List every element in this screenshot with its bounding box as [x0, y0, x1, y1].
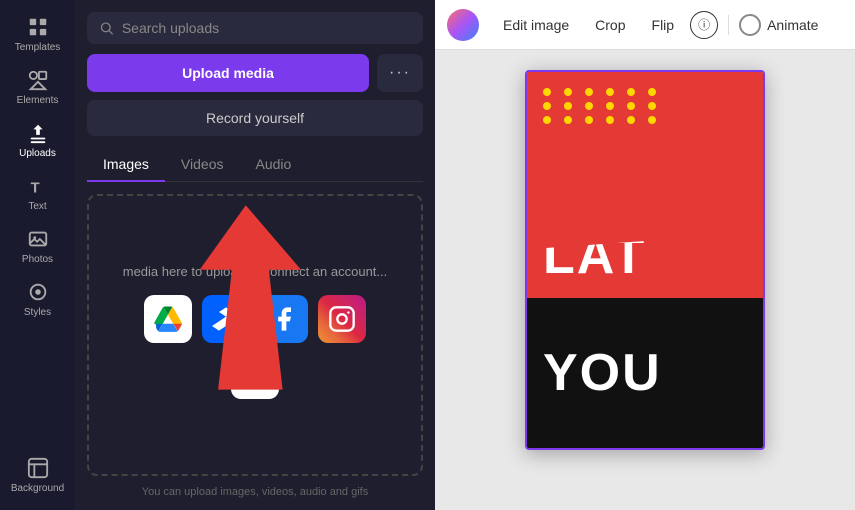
styles-icon [27, 281, 49, 303]
dropbox-icon[interactable] [202, 295, 250, 343]
upload-drop-area[interactable]: media here to upload or connect an accou… [87, 194, 423, 476]
service-icons-row [144, 295, 366, 343]
background-icon [27, 457, 49, 479]
search-input[interactable] [122, 20, 411, 36]
google-photos-icon[interactable] [231, 351, 279, 399]
animate-icon [739, 14, 761, 36]
tab-images[interactable]: Images [87, 148, 165, 182]
sidebar-item-elements[interactable]: Elements [0, 61, 75, 114]
grid-icon [27, 16, 49, 38]
upload-hint-text: You can upload images, videos, audio and… [87, 486, 423, 498]
sidebar-photos-label: Photos [22, 254, 53, 265]
sidebar-styles-label: Styles [24, 307, 51, 318]
top-toolbar: Edit image Crop Flip ⓘ Animate [435, 0, 855, 50]
brand-logo [447, 9, 479, 41]
canvas-content: LAT YOU [435, 50, 855, 510]
sidebar-background-label: Background [11, 483, 64, 494]
search-bar[interactable] [87, 12, 423, 44]
instagram-icon[interactable] [318, 295, 366, 343]
sidebar-item-uploads[interactable]: Uploads [0, 114, 75, 167]
sidebar-item-templates[interactable]: Templates [0, 8, 75, 61]
info-button[interactable]: ⓘ [690, 11, 718, 39]
animate-button[interactable]: Animate [739, 14, 818, 36]
design-top-section: LAT [527, 72, 763, 298]
design-bottom-section: YOU [527, 298, 763, 448]
more-options-button[interactable]: ··· [377, 54, 423, 92]
left-sidebar: Templates Elements Uploads T Text Photos [0, 0, 75, 510]
tab-videos[interactable]: Videos [165, 148, 240, 182]
canvas-area: Edit image Crop Flip ⓘ Animate LAT [435, 0, 855, 510]
sidebar-item-styles[interactable]: Styles [0, 273, 75, 326]
design-text-bottom: YOU [543, 343, 662, 403]
edit-image-button[interactable]: Edit image [493, 11, 579, 39]
sidebar-item-photos[interactable]: Photos [0, 220, 75, 273]
text-icon: T [27, 175, 49, 197]
toolbar-separator [728, 15, 729, 35]
tabs-bar: Images Videos Audio [87, 148, 423, 182]
uploads-panel: Upload media ··· Record yourself Images … [75, 0, 435, 510]
flip-button[interactable]: Flip [642, 11, 685, 39]
google-drive-icon[interactable] [144, 295, 192, 343]
sidebar-elements-label: Elements [17, 95, 59, 106]
photo-icon [27, 228, 49, 250]
upload-area-text: media here to upload or connect an accou… [123, 264, 388, 279]
crop-button[interactable]: Crop [585, 11, 635, 39]
facebook-icon[interactable] [260, 295, 308, 343]
upload-icon [27, 122, 49, 144]
service-icons-row2 [231, 351, 279, 399]
record-yourself-button[interactable]: Record yourself [87, 100, 423, 136]
design-card[interactable]: LAT YOU [525, 70, 765, 450]
upload-media-row: Upload media ··· [87, 54, 423, 92]
tab-audio[interactable]: Audio [239, 148, 307, 182]
svg-text:T: T [30, 180, 39, 196]
dot-grid [543, 88, 663, 124]
sidebar-uploads-label: Uploads [19, 148, 56, 159]
sidebar-text-label: Text [28, 201, 46, 212]
animate-label: Animate [767, 17, 818, 33]
sidebar-item-background[interactable]: Background [0, 449, 75, 502]
elements-icon [27, 69, 49, 91]
sidebar-item-text[interactable]: T Text [0, 167, 75, 220]
sidebar-templates-label: Templates [15, 42, 61, 53]
upload-media-button[interactable]: Upload media [87, 54, 369, 92]
search-icon [99, 20, 114, 36]
